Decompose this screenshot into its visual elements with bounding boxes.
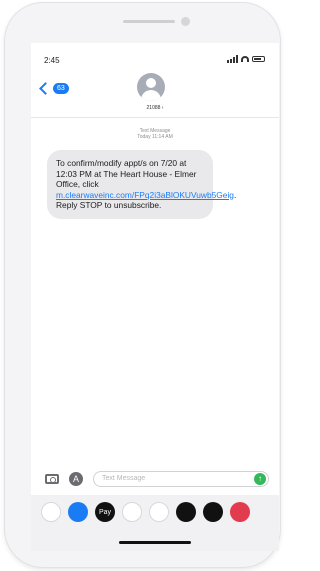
chevron-left-icon — [39, 82, 52, 95]
memoji-app-icon[interactable] — [122, 502, 142, 522]
compose-bar: A Text Message ↑ — [45, 471, 269, 487]
app-drawer: Pay — [31, 495, 279, 551]
music-app-icon[interactable] — [203, 502, 223, 522]
photos-app-icon[interactable] — [41, 502, 61, 522]
wifi-icon — [241, 56, 249, 62]
message-text: To confirm/modify appt/s on 7/20 at 12:0… — [56, 158, 197, 190]
message-input[interactable]: Text Message ↑ — [93, 471, 269, 487]
status-icons — [227, 55, 265, 63]
unread-count-badge: 63 — [53, 83, 69, 94]
message-timestamp: Today 11:14 AM — [137, 134, 173, 140]
battery-icon — [252, 56, 265, 62]
apple-pay-app-icon[interactable]: Pay — [95, 502, 115, 522]
contact-name[interactable]: 21088 › — [31, 105, 279, 111]
home-indicator[interactable] — [119, 541, 191, 544]
speaker-grille — [123, 20, 175, 23]
back-button[interactable]: 63 — [39, 82, 69, 95]
contact-avatar[interactable] — [137, 73, 165, 101]
animoji-app-icon[interactable] — [149, 502, 169, 522]
digital-touch-app-icon[interactable] — [176, 502, 196, 522]
signal-icon — [227, 55, 238, 63]
send-button[interactable]: ↑ — [254, 473, 266, 485]
phone-frame: 2:45 63 21088 › Text Message Today 11:14… — [5, 3, 280, 567]
app-drawer-row: Pay — [41, 502, 250, 522]
front-camera — [181, 17, 190, 26]
messages-screen: 2:45 63 21088 › Text Message Today 11:14… — [31, 43, 279, 551]
message-input-placeholder: Text Message — [102, 475, 146, 482]
incoming-message-bubble: To confirm/modify appt/s on 7/20 at 12:0… — [47, 150, 236, 219]
search-images-app-icon[interactable] — [230, 502, 250, 522]
app-store-icon[interactable]: A — [69, 472, 83, 486]
camera-icon[interactable] — [45, 474, 59, 484]
app-store-app-icon[interactable] — [68, 502, 88, 522]
status-time: 2:45 — [44, 56, 60, 65]
apple-pay-label: Pay — [98, 508, 112, 516]
message-link[interactable]: m.clearwaveinc.com/FPq2i3aBlOKUVuwb5Geig — [56, 190, 234, 200]
header-divider — [31, 117, 279, 118]
